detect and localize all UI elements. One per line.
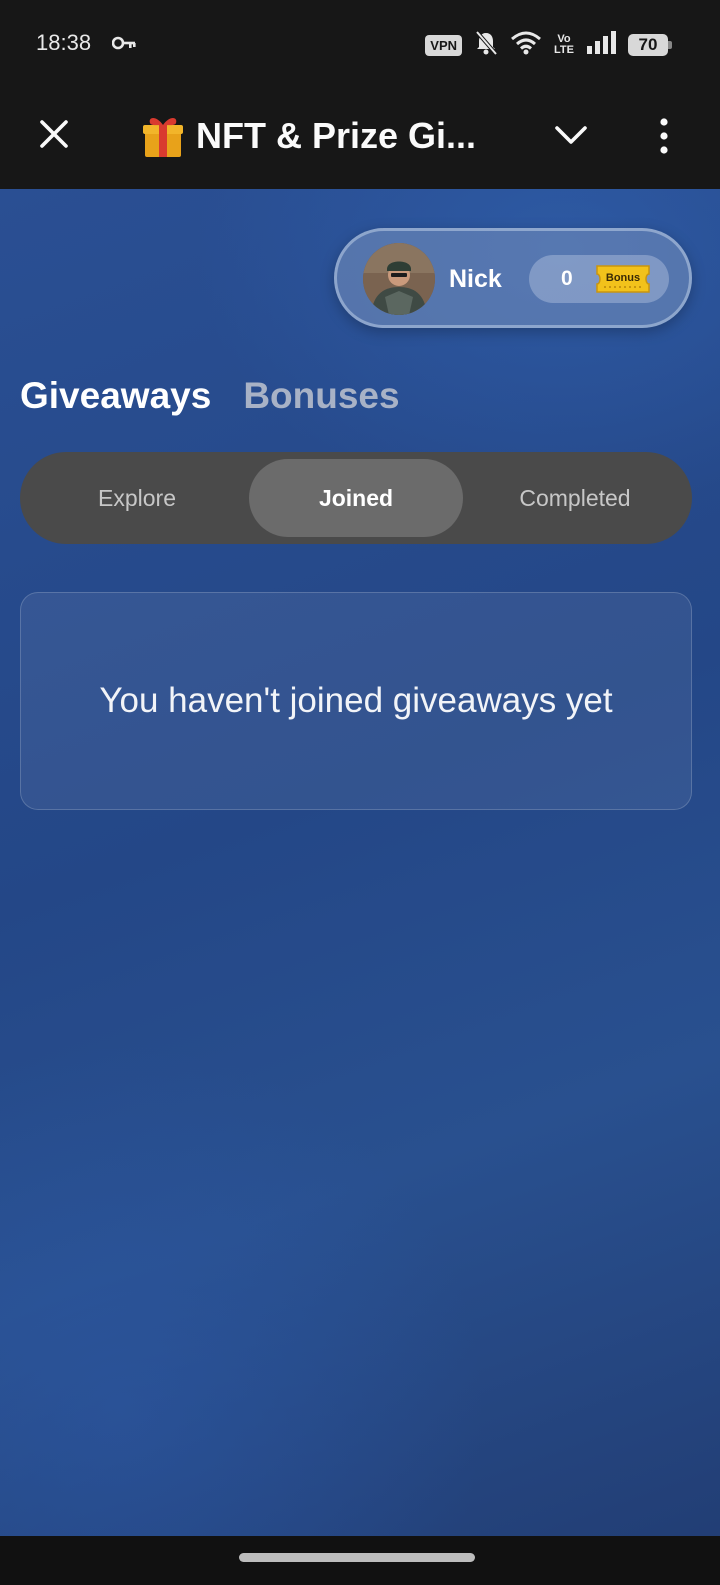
bonus-ticket-label: Bonus (606, 272, 640, 284)
signal-icon (586, 30, 616, 60)
segment-joined[interactable]: Joined (249, 459, 463, 537)
status-time: 18:38 (36, 30, 92, 55)
segment-completed[interactable]: Completed (468, 459, 682, 537)
bell-muted-icon (474, 30, 498, 61)
avatar[interactable] (363, 243, 435, 315)
bonus-balance-chip[interactable]: 0 Bonus (529, 255, 669, 303)
empty-state-card: You haven't joined giveaways yet (20, 592, 692, 810)
main-content: Nick 0 Bonus Giveaways Bonuses Explore J… (0, 189, 720, 1536)
volte-indicator: Vo LTE (554, 34, 574, 56)
avatar-image (363, 243, 435, 315)
profile-card[interactable]: Nick 0 Bonus (334, 228, 692, 328)
wifi-icon (510, 31, 542, 60)
empty-state-message: You haven't joined giveaways yet (99, 681, 613, 720)
system-navigation-bar (0, 1536, 720, 1585)
gift-icon (143, 118, 183, 157)
battery-icon: 70 (628, 34, 672, 56)
app-title: NFT & Prize Gi... (140, 112, 476, 160)
app-title-text: NFT & Prize Gi... (196, 115, 477, 156)
giveaway-filter-segmented-control: Explore Joined Completed (20, 452, 692, 544)
status-bar: 18:38 VPN Vo LTE 70 (0, 0, 720, 90)
close-button[interactable] (34, 114, 74, 154)
tab-giveaways[interactable]: Giveaways (20, 375, 211, 417)
close-icon (40, 120, 68, 148)
chevron-down-icon (555, 126, 587, 144)
section-tabs: Giveaways Bonuses (20, 375, 400, 417)
profile-name: Nick (449, 265, 502, 293)
more-vertical-icon (660, 118, 668, 154)
status-indicators: VPN Vo LTE 70 (425, 30, 672, 61)
home-gesture-handle[interactable] (239, 1553, 475, 1562)
segment-explore[interactable]: Explore (30, 459, 244, 537)
volte-bottom-label: LTE (554, 44, 574, 56)
bonus-ticket-icon: Bonus (596, 265, 650, 293)
collapse-button[interactable] (552, 120, 590, 150)
more-options-button[interactable] (652, 116, 676, 156)
tab-bonuses[interactable]: Bonuses (243, 375, 399, 417)
vpn-key-icon (111, 36, 136, 55)
app-bar: NFT & Prize Gi... (0, 90, 720, 189)
vpn-badge: VPN (425, 34, 463, 56)
bonus-count: 0 (561, 267, 573, 290)
